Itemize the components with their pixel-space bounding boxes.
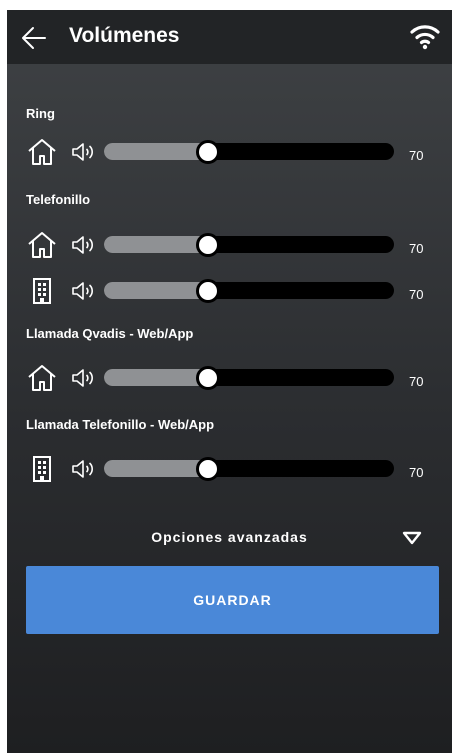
volume-slider[interactable] — [104, 233, 394, 257]
volume-slider[interactable] — [104, 457, 394, 481]
top-bar: Volúmenes — [7, 10, 452, 64]
slider-thumb[interactable] — [196, 457, 221, 481]
slider-thumb[interactable] — [196, 366, 221, 390]
volume-value: 70 — [409, 241, 424, 256]
volume-slider[interactable] — [104, 140, 394, 164]
house-icon — [28, 365, 56, 391]
speaker-icon — [72, 460, 94, 478]
volume-row-ring-home: 70 — [7, 137, 452, 167]
section-label-llamada-qvadis: Llamada Qvadis - Web/App — [26, 326, 194, 341]
caret-down-icon[interactable] — [402, 531, 422, 545]
advanced-options-label: Opciones avanzadas — [151, 529, 308, 545]
volume-row-telefonillo-home: 70 — [7, 230, 452, 260]
speaker-icon — [72, 236, 94, 254]
building-icon — [33, 456, 51, 482]
volume-row-telefonillo-building: 70 — [7, 276, 452, 306]
section-label-telefonillo: Telefonillo — [26, 192, 91, 207]
volume-row-llamada-telefonillo-building: 70 — [7, 454, 452, 484]
section-label-ring: Ring — [26, 106, 55, 121]
slider-thumb[interactable] — [196, 140, 221, 164]
building-icon — [33, 278, 51, 304]
slider-fill — [104, 143, 209, 160]
volume-slider[interactable] — [104, 366, 394, 390]
slider-fill — [104, 369, 209, 386]
slider-thumb[interactable] — [196, 233, 221, 257]
section-label-llamada-telefonillo: Llamada Telefonillo - Web/App — [26, 417, 215, 432]
volume-value: 70 — [409, 287, 424, 302]
speaker-icon — [72, 282, 94, 300]
wifi-icon — [410, 25, 440, 50]
advanced-options-toggle[interactable]: Opciones avanzadas — [7, 525, 452, 551]
slider-fill — [104, 236, 209, 253]
arrow-left-icon[interactable] — [21, 25, 47, 51]
slider-thumb[interactable] — [196, 279, 221, 303]
house-icon — [28, 139, 56, 165]
page-title: Volúmenes — [69, 24, 180, 47]
volume-row-qvadis-home: 70 — [7, 363, 452, 393]
save-button[interactable]: GUARDAR — [26, 566, 439, 634]
volume-value: 70 — [409, 374, 424, 389]
speaker-icon — [72, 143, 94, 161]
slider-fill — [104, 282, 209, 299]
speaker-icon — [72, 369, 94, 387]
house-icon — [28, 232, 56, 258]
volume-slider[interactable] — [104, 279, 394, 303]
slider-fill — [104, 460, 209, 477]
volume-value: 70 — [409, 148, 424, 163]
volume-settings-screen: Volúmenes Ring 70 Telefonillo 70 70 Llam… — [7, 10, 452, 753]
volume-value: 70 — [409, 465, 424, 480]
